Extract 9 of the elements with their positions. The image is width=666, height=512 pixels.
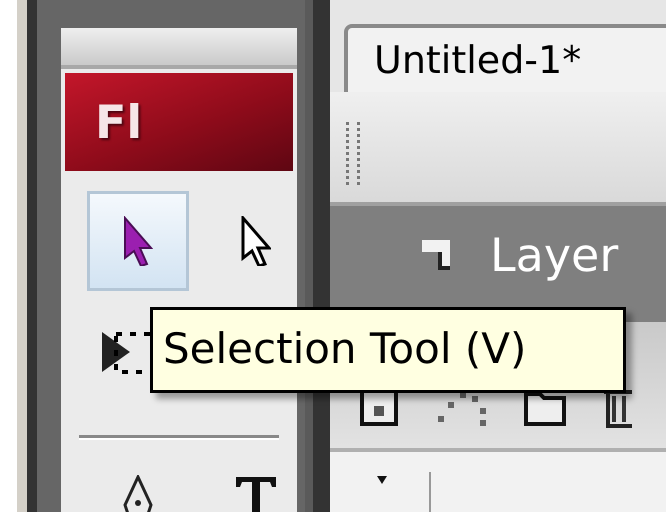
document-tab[interactable]: Untitled-1* [344, 24, 666, 92]
arrow-icon [123, 216, 153, 266]
tooltip: Selection Tool (V) [150, 307, 626, 393]
text-tool-icon [234, 475, 278, 512]
tool-button[interactable] [87, 191, 189, 291]
grip-icon[interactable] [346, 122, 360, 188]
pen-icon [121, 475, 155, 512]
app-logo: Fl [65, 73, 293, 171]
arrow-icon [241, 216, 271, 266]
